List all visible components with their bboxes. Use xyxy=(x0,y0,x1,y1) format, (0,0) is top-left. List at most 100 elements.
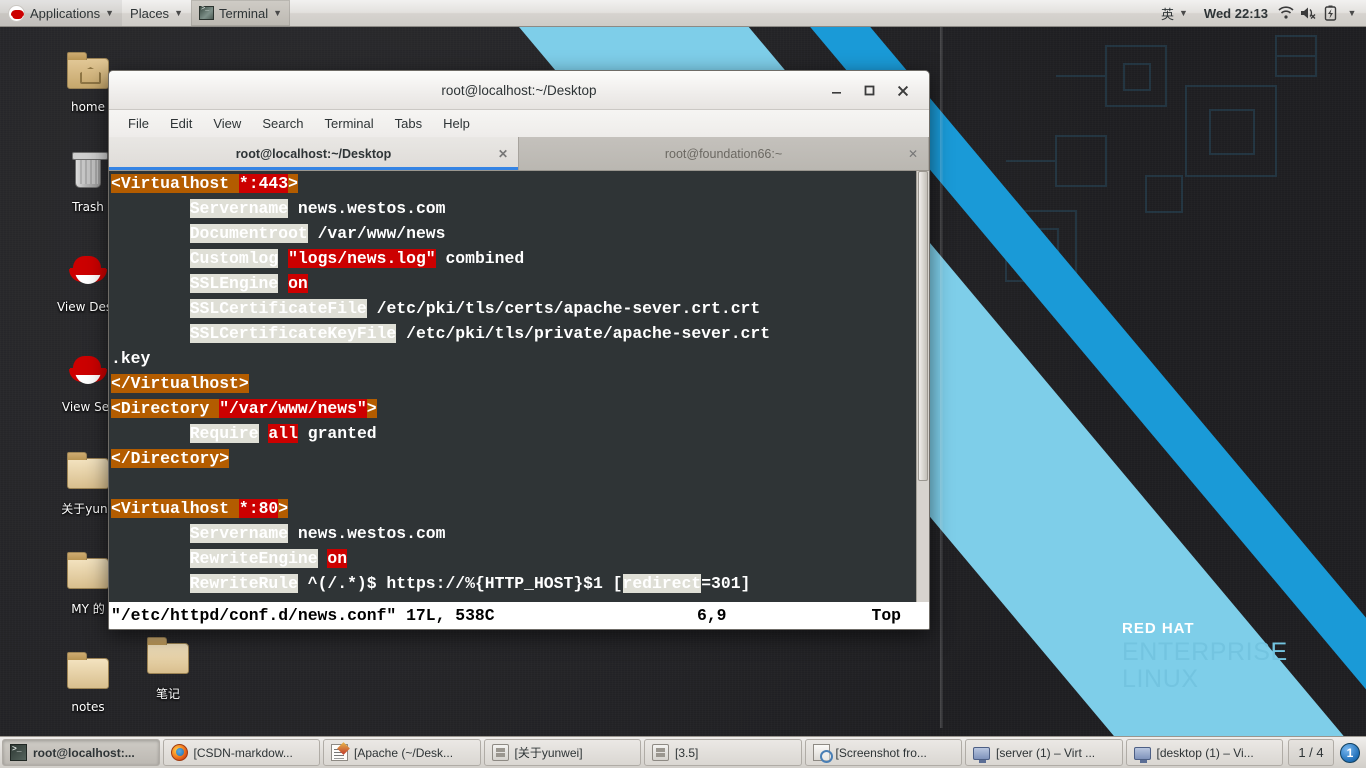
taskbar-item-screenshot[interactable]: [Screenshot fro... xyxy=(804,739,962,766)
tab-close-icon[interactable]: ✕ xyxy=(908,147,918,161)
desktop-icon-label: MY 的 xyxy=(71,602,105,616)
input-method-indicator[interactable]: 英 ▼ xyxy=(1153,0,1196,26)
tab-root-foundation66[interactable]: root@foundation66:~ ✕ xyxy=(519,137,929,170)
vim-token: Documentroot xyxy=(189,224,308,243)
vim-line: RewriteRule ^(/.*)$ https://%{HTTP_HOST}… xyxy=(111,571,916,596)
workspace-indicator[interactable]: 1 / 4 xyxy=(1288,739,1334,766)
taskbar-item-label: [desktop (1) – Vi... xyxy=(1156,745,1254,760)
terminal-window: root@localhost:~/Desktop File Edit View … xyxy=(108,70,930,630)
taskbar-item-firefox[interactable]: [CSDN-markdow... xyxy=(162,739,320,766)
scrollbar-thumb[interactable] xyxy=(918,171,928,482)
vim-token xyxy=(259,424,269,443)
menu-help[interactable]: Help xyxy=(434,113,479,134)
archive-icon xyxy=(652,744,669,761)
vim-line: <Virtualhost *:80> xyxy=(111,496,916,521)
vim-token xyxy=(111,224,190,243)
vim-token xyxy=(278,274,288,293)
menu-tabs[interactable]: Tabs xyxy=(386,113,431,134)
taskbar-item-server-vm[interactable]: [server (1) – Virt ... xyxy=(965,739,1123,766)
redhat-logo-icon xyxy=(8,4,25,22)
battery-icon[interactable] xyxy=(1320,3,1340,23)
vim-token: news.westos.com xyxy=(288,524,446,543)
minimize-button[interactable] xyxy=(828,82,845,99)
vim-token: RewriteEngine xyxy=(189,549,318,568)
virt-manager-icon xyxy=(973,746,990,763)
chevron-down-icon: ▼ xyxy=(105,8,115,18)
menu-file[interactable]: File xyxy=(119,113,158,134)
desktop-icon-biji[interactable]: 笔记 xyxy=(125,633,211,702)
taskbar-item-label: [关于yunwei] xyxy=(514,746,583,760)
tab-root-localhost-desktop[interactable]: root@localhost:~/Desktop ✕ xyxy=(109,137,519,170)
taskbar-item-label: root@localhost:... xyxy=(33,745,135,760)
text-editor-icon xyxy=(331,744,348,761)
vim-line: <Virtualhost *:443> xyxy=(111,171,916,196)
terminal-menubar: File Edit View Search Terminal Tabs Help xyxy=(109,110,929,138)
window-title: root@localhost:~/Desktop xyxy=(441,82,597,98)
vim-token: =301] xyxy=(701,574,751,593)
menu-search[interactable]: Search xyxy=(253,113,312,134)
archive-icon xyxy=(491,744,509,761)
vim-token: <Virtualhost xyxy=(111,174,230,193)
tab-close-icon[interactable]: ✕ xyxy=(498,147,508,161)
vim-token xyxy=(229,499,239,518)
close-button[interactable] xyxy=(894,82,911,99)
vim-token: Servername xyxy=(189,199,289,218)
vim-token: > xyxy=(278,499,289,518)
menu-edit[interactable]: Edit xyxy=(161,113,201,134)
vim-token: RewriteRule xyxy=(189,574,298,593)
taskbar-item-apache-editor[interactable]: [Apache (~/Desk... xyxy=(323,739,481,766)
volume-muted-icon[interactable] xyxy=(1298,3,1318,23)
vim-status-position: 6,9 xyxy=(697,606,727,625)
taskbar-item-3-5[interactable]: [3.5] xyxy=(644,739,802,766)
vim-token: Servername xyxy=(189,524,289,543)
menu-view[interactable]: View xyxy=(204,113,250,134)
vim-line: </Directory> xyxy=(111,446,916,471)
wifi-icon[interactable] xyxy=(1276,3,1296,23)
vim-token: /var/www/news xyxy=(307,224,446,243)
vim-token xyxy=(318,549,328,568)
chevron-down-icon: ▼ xyxy=(273,8,283,18)
vim-token: > xyxy=(366,399,377,418)
vim-token: all xyxy=(268,424,298,443)
vim-line: Require all granted xyxy=(111,421,916,446)
vim-token: /etc/pki/tls/private/apache-sever.crt xyxy=(396,324,771,343)
terminal-body[interactable]: <Virtualhost *:443> Servername news.west… xyxy=(109,171,929,602)
vim-token: SSLEngine xyxy=(189,274,279,293)
vim-line: <Directory "/var/www/news"> xyxy=(111,396,916,421)
home-folder-icon xyxy=(64,48,112,96)
chevron-down-icon: ▼ xyxy=(174,8,183,18)
vim-token xyxy=(278,249,288,268)
taskbar: root@localhost:... [CSDN-markdow... [Apa… xyxy=(0,736,1366,768)
vim-token: "/var/www/news" xyxy=(219,399,367,418)
workspace-badge[interactable]: 1 xyxy=(1340,742,1360,763)
terminal-icon xyxy=(198,5,214,20)
taskbar-item-guanyu-yunwei[interactable]: [关于yunwei] xyxy=(483,739,641,766)
desktop-icon-notes[interactable]: notes xyxy=(45,648,131,714)
taskbar-item-desktop-vm[interactable]: [desktop (1) – Vi... xyxy=(1125,739,1283,766)
top-panel: Applications ▼ Places ▼ Terminal ▼ 英 ▼ W… xyxy=(0,0,1366,27)
vim-line: SSLCertificateKeyFile /etc/pki/tls/priva… xyxy=(111,321,916,346)
system-menu-chevron-icon[interactable]: ▼ xyxy=(1342,3,1362,23)
vim-token xyxy=(111,424,190,443)
vim-token: <Virtualhost xyxy=(111,499,230,518)
terminal-titlebar[interactable]: root@localhost:~/Desktop xyxy=(109,71,929,110)
vim-editor-content[interactable]: <Virtualhost *:443> Servername news.west… xyxy=(109,171,916,602)
vim-token: Customlog xyxy=(189,249,279,268)
panel-tray: 英 ▼ Wed 22:13 ▼ xyxy=(1153,0,1366,26)
window-controls xyxy=(828,71,921,110)
clock[interactable]: Wed 22:13 xyxy=(1198,6,1274,21)
vim-token xyxy=(111,524,190,543)
taskbar-item-terminal[interactable]: root@localhost:... xyxy=(2,739,160,766)
vim-status-scroll: Top xyxy=(871,606,901,625)
maximize-button[interactable] xyxy=(861,82,878,99)
places-menu[interactable]: Places ▼ xyxy=(122,0,191,26)
tab-label: root@foundation66:~ xyxy=(664,146,783,161)
vim-line xyxy=(111,471,916,496)
terminal-scrollbar[interactable] xyxy=(916,171,929,602)
vim-token: <Directory xyxy=(111,399,210,418)
active-window-menu[interactable]: Terminal ▼ xyxy=(190,0,291,26)
applications-menu[interactable]: Applications ▼ xyxy=(0,0,123,26)
menu-terminal[interactable]: Terminal xyxy=(316,113,383,134)
vim-token: redirect xyxy=(622,574,702,593)
vim-line: </Virtualhost> xyxy=(111,371,916,396)
